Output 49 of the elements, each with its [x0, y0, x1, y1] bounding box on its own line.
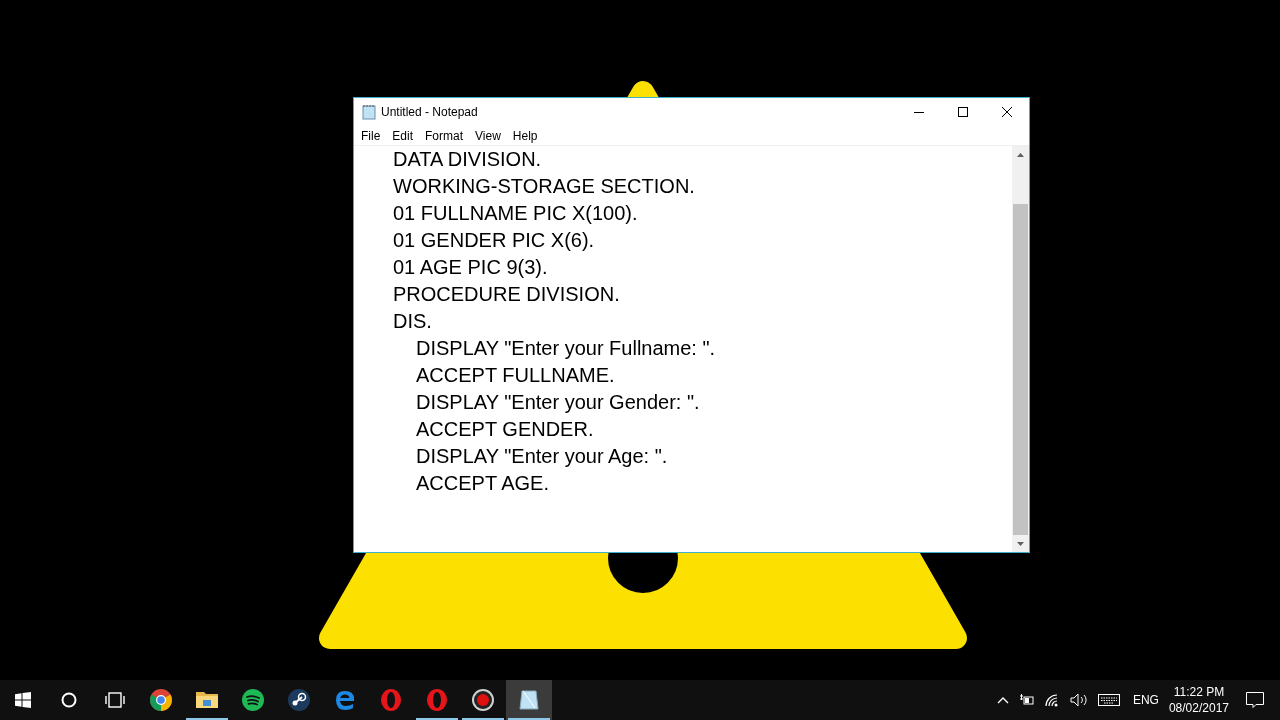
steam-icon — [287, 688, 311, 712]
code-line: DISPLAY "Enter your Age: ". — [416, 444, 668, 469]
date-text: 08/02/2017 — [1168, 700, 1229, 716]
menu-item[interactable]: File — [355, 125, 387, 146]
time-text: 11:22 PM — [1173, 684, 1225, 700]
volume-icon[interactable] — [1069, 693, 1088, 707]
taskbar-app[interactable] — [506, 680, 552, 720]
close-icon — [1002, 107, 1012, 117]
menu-item[interactable]: View — [469, 125, 507, 146]
code-line: 01 FULLNAME PIC X(100). — [393, 201, 638, 226]
opera-icon — [425, 688, 449, 712]
spotify-icon — [241, 688, 265, 712]
code-line: 01 AGE PIC 9(3). — [393, 255, 548, 280]
scroll-thumb[interactable] — [1013, 204, 1028, 535]
record-icon — [471, 688, 495, 712]
search-icon — [61, 692, 77, 708]
window-title: Untitled - Notepad — [381, 104, 478, 121]
code-line: DIS. — [393, 309, 432, 334]
code-line: DATA DIVISION. — [393, 147, 542, 172]
battery-icon[interactable] — [1018, 694, 1035, 706]
code-line: DISPLAY "Enter your Gender: ". — [416, 390, 700, 415]
code-line: ACCEPT GENDER. — [416, 417, 594, 442]
notification-icon[interactable] — [1246, 692, 1264, 708]
menu-item[interactable]: Format — [419, 125, 470, 146]
code-line: ACCEPT FULLNAME. — [416, 363, 615, 388]
chevron-up-icon[interactable] — [996, 696, 1009, 704]
maximize-icon — [958, 107, 968, 117]
scroll-up-icon — [1017, 152, 1024, 157]
windows-icon — [15, 692, 31, 708]
code-line: PROCEDURE DIVISION. — [393, 282, 620, 307]
notepad-icon — [362, 104, 376, 120]
chrome-icon — [149, 688, 173, 712]
menu-item[interactable]: Edit — [386, 125, 420, 146]
notepad-icon — [517, 688, 541, 712]
scroll-down-icon — [1017, 541, 1024, 546]
wifi-icon[interactable] — [1044, 693, 1060, 707]
code-line: 01 GENDER PIC X(6). — [393, 228, 595, 253]
clock[interactable]: 11:22 PM 08/02/2017 — [1168, 684, 1229, 716]
minimize-icon — [914, 111, 924, 113]
language-indicator[interactable]: ENG — [1132, 691, 1159, 709]
keyboard-icon[interactable] — [1097, 694, 1120, 706]
scrollbar[interactable] — [1012, 146, 1029, 552]
code-line: DISPLAY "Enter your Fullname: ". — [416, 336, 716, 361]
edge-icon — [333, 688, 357, 712]
code-line: ACCEPT AGE. — [416, 471, 549, 496]
code-line: WORKING-STORAGE SECTION. — [393, 174, 695, 199]
task-view-icon — [105, 692, 125, 708]
menu-item[interactable]: Help — [506, 125, 544, 146]
opera-icon — [379, 688, 403, 712]
